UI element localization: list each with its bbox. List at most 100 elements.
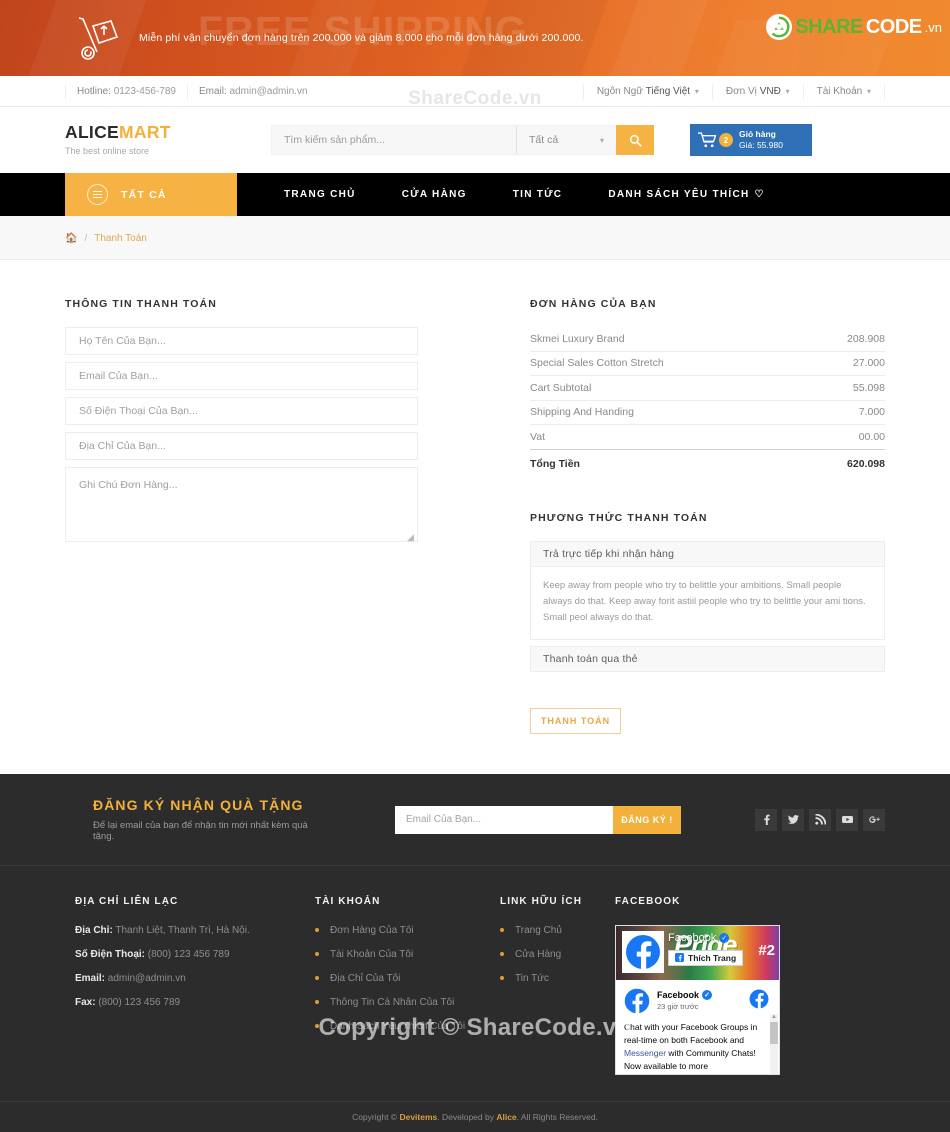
- cart-button[interactable]: 2 Giỏ hàng Giá: 55.980: [690, 124, 812, 156]
- account-label: Tài Khoản: [816, 85, 863, 97]
- copyright-brand-alice[interactable]: Alice: [496, 1112, 516, 1122]
- order-row-value: 27.000: [852, 357, 885, 370]
- contact-email: Email: admin@admin.vn: [75, 973, 315, 984]
- order-note-textarea[interactable]: Ghi Chú Đơn Hàng... ◢: [65, 467, 418, 542]
- newsletter-email-input[interactable]: Email Của Bạn...: [395, 805, 613, 834]
- resize-handle-icon[interactable]: ◢: [407, 532, 415, 542]
- facebook-icon: [749, 989, 769, 1009]
- breadcrumb-current: Thanh Toán: [94, 232, 147, 244]
- phone-input[interactable]: Số Điện Thoại Của Bạn...: [65, 397, 418, 425]
- newsletter-subscribe-button[interactable]: ĐĂNG KÝ !: [613, 805, 681, 834]
- fullname-input[interactable]: Họ Tên Của Bạn...: [65, 327, 418, 355]
- email-input[interactable]: Email Của Bạn...: [65, 362, 418, 390]
- cart-price: Giá: 55.980: [739, 140, 783, 150]
- facebook-like-button[interactable]: Thích Trang: [668, 949, 744, 966]
- footer-link-shop[interactable]: Cửa Hàng: [500, 949, 615, 960]
- order-row-value: 7.000: [858, 406, 885, 419]
- footer-facebook-column: FACEBOOK Pride #2 Facebook ✓ Thích Trang…: [615, 896, 815, 1075]
- footer-link-my-wishlist[interactable]: Danh Sách Yêu Thích Của Tôi: [315, 1021, 500, 1032]
- order-row: Shipping And Handing 7.000: [530, 401, 885, 425]
- footer-contact-column: ĐỊA CHỈ LIÊN LẠC Địa Chỉ: Thanh Liệt, Th…: [65, 896, 315, 1075]
- google-plus-icon: [868, 816, 880, 824]
- sharecode-mark-icon: [766, 14, 793, 40]
- order-row-value: 55.098: [852, 381, 885, 394]
- payment-option-cod[interactable]: Trả trực tiếp khi nhận hàng: [530, 540, 885, 567]
- facebook-scrollbar-thumb[interactable]: [770, 1021, 778, 1044]
- checkout-page: THÔNG TIN THANH TOÁN Họ Tên Của Bạn... E…: [65, 260, 885, 774]
- order-row-label: Vat: [530, 430, 545, 443]
- nav-item-shop[interactable]: CỬA HÀNG: [379, 189, 490, 200]
- footer-link-news[interactable]: Tin Tức: [500, 973, 615, 984]
- order-total-value: 620.098: [847, 458, 885, 470]
- contact-phone: Số Điện Thoại: (800) 123 456 789: [75, 949, 315, 960]
- facebook-post-time: 23 giờ trước: [657, 1002, 699, 1012]
- contact-address-value: Thanh Liệt, Thanh Trì, Hà Nội.: [115, 924, 250, 936]
- currency-selector[interactable]: Đơn Vị VNĐ ▾: [711, 84, 803, 99]
- footer-link-my-orders[interactable]: Đơn Hàng Của Tôi: [315, 925, 500, 936]
- sharecode-tld-text: .vn: [924, 19, 942, 35]
- rss-icon: [814, 814, 826, 826]
- language-selector[interactable]: Ngôn Ngữ Tiếng Việt ▾: [582, 84, 712, 99]
- facebook-post-author: Facebook: [657, 990, 700, 1001]
- order-total-label: Tổng Tiền: [530, 458, 580, 470]
- facebook-like-label: Thích Trang: [688, 952, 737, 963]
- bullet-icon: [315, 1024, 319, 1029]
- social-link-twitter[interactable]: [782, 808, 804, 831]
- search-category-select[interactable]: Tất cả ▾: [516, 125, 616, 155]
- contact-email-label: Email:: [75, 972, 106, 984]
- nav-item-wishlist[interactable]: DANH SÁCH YÊU THÍCH ♡: [585, 189, 787, 200]
- facebook-cover-photo: Pride #2 Facebook ✓ Thích Trang: [616, 925, 779, 980]
- footer-link-label: Địa Chỉ Của Tôi: [330, 972, 401, 984]
- chevron-up-icon[interactable]: ▲: [771, 1014, 777, 1020]
- chevron-down-icon: ▾: [866, 86, 871, 96]
- facebook-post-link[interactable]: Messenger: [624, 1048, 666, 1058]
- social-link-google-plus[interactable]: [863, 808, 885, 831]
- address-input[interactable]: Địa Chỉ Của Bạn...: [65, 432, 418, 460]
- social-link-rss[interactable]: [809, 808, 831, 831]
- contact-fax-label: Fax:: [75, 996, 96, 1008]
- social-link-youtube[interactable]: [836, 808, 858, 831]
- email-value: admin@admin.vn: [229, 85, 308, 97]
- nav-item-home[interactable]: TRANG CHỦ: [261, 189, 379, 200]
- footer-link-label: Cửa Hàng: [515, 948, 562, 960]
- bullet-icon: [500, 952, 504, 957]
- facebook-icon: [675, 953, 684, 963]
- place-order-button[interactable]: THANH TOÁN: [530, 707, 621, 734]
- order-total-row: Tổng Tiền 620.098: [530, 448, 885, 479]
- footer-link-home[interactable]: Trang Chủ: [500, 925, 615, 936]
- verified-badge-icon: ✓: [719, 932, 730, 943]
- contact-phone-label: Số Điện Thoại:: [75, 948, 145, 960]
- footer-account-column: TÀI KHOẢN Đơn Hàng Của Tôi Tài Khoản Của…: [315, 896, 500, 1075]
- order-row: Special Sales Cotton Stretch 27.000: [530, 352, 885, 376]
- search-button[interactable]: [616, 125, 654, 155]
- copyright-brand-devitems[interactable]: Devitems: [399, 1112, 437, 1122]
- account-menu[interactable]: Tài Khoản ▾: [802, 84, 885, 99]
- nav-all-categories[interactable]: TẤT CẢ: [65, 173, 237, 216]
- site-logo[interactable]: ALICEMART The best online store: [65, 123, 265, 156]
- footer-facebook-title: FACEBOOK: [615, 895, 681, 907]
- nav-item-news[interactable]: TIN TỨC: [490, 189, 586, 200]
- bullet-icon: [315, 928, 319, 933]
- order-summary-title: ĐƠN HÀNG CỦA BẠN: [530, 298, 657, 310]
- facebook-icon: [626, 934, 660, 970]
- footer-links-column: LINK HỮU ÍCH Trang Chủ Cửa Hàng Tin Tức: [500, 896, 615, 1075]
- payment-option-cod-description: Keep away from people who try to belittl…: [530, 566, 885, 640]
- bullet-icon: [315, 952, 319, 957]
- payment-option-card[interactable]: Thanh toán qua thẻ: [530, 645, 885, 672]
- footer-link-my-profile[interactable]: Thông Tin Cá Nhân Của Tôi: [315, 997, 500, 1008]
- contact-fax: Fax: (800) 123 456 789: [75, 997, 315, 1008]
- facebook-page-widget[interactable]: Pride #2 Facebook ✓ Thích Trang Facebook…: [615, 924, 780, 1075]
- contact-address-label: Địa Chỉ:: [75, 924, 113, 936]
- footer-link-my-address[interactable]: Địa Chỉ Của Tôi: [315, 973, 500, 984]
- social-link-facebook[interactable]: [755, 808, 777, 831]
- hotline-value: 0123-456-789: [113, 85, 176, 97]
- sharecode-logo: SHARE CODE .vn: [766, 14, 942, 40]
- banner-message: Miễn phí vận chuyển đơn hàng trên 200.00…: [139, 32, 584, 44]
- hotline-label: Hotline:: [77, 85, 111, 97]
- footer-link-my-account[interactable]: Tài Khoản Của Tôi: [315, 949, 500, 960]
- home-icon[interactable]: 🏠: [65, 233, 77, 244]
- footer-links-title: LINK HỮU ÍCH: [500, 895, 583, 907]
- search-input[interactable]: Tìm kiếm sản phẩm...: [271, 125, 516, 155]
- twitter-icon: [787, 815, 799, 825]
- email-info: Email: admin@admin.vn: [186, 84, 319, 99]
